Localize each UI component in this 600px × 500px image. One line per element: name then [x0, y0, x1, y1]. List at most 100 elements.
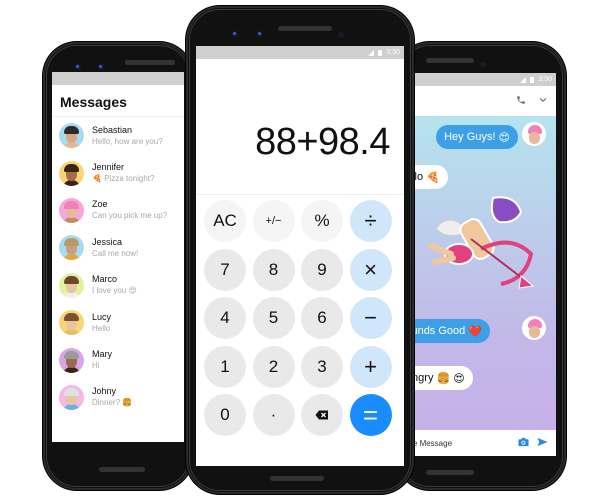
message-preview: Can you pick me up?	[92, 211, 168, 221]
camera-icon	[232, 31, 238, 37]
sensor-dot	[338, 32, 344, 38]
avatar	[59, 347, 84, 373]
key-percent-button[interactable]: %	[301, 200, 343, 242]
message-input-bar[interactable]: Type Message	[396, 430, 556, 456]
status-bar: 3:50	[396, 73, 556, 86]
conversation-item[interactable]: Jennifer 🍕 Pizza tonight?	[52, 154, 184, 191]
messages-screen: Messages Sebastian Hello, how are you? Jen…	[52, 72, 184, 442]
key-all-clear-button[interactable]: AC	[204, 200, 246, 242]
contact-name: Marco	[92, 274, 118, 285]
contact-name: Mary	[92, 349, 112, 360]
key-divide-button[interactable]: ÷	[349, 200, 392, 242]
cupid-sticker[interactable]	[421, 194, 541, 304]
key-digit-3-button[interactable]: 3	[301, 345, 343, 388]
conversation-item[interactable]: Johny Dinner? 🍔	[52, 379, 184, 416]
heart-emoji-icon: ❤️	[468, 325, 483, 338]
contact-name: Lucy	[92, 311, 112, 322]
home-indicator	[99, 467, 145, 472]
divider	[196, 194, 404, 195]
message-preview: 🍕 Pizza tonight?	[92, 174, 155, 184]
battery-icon	[530, 76, 535, 83]
pizza-emoji-icon: 🍕	[426, 171, 440, 184]
avatar[interactable]	[522, 316, 546, 340]
camera-icon	[75, 64, 81, 70]
camera-icon	[257, 31, 263, 37]
keypad: AC +/−% ÷ 7 8 9 × 4 5 6− 1 2 3 +0 · =	[204, 200, 396, 436]
chat-header	[396, 86, 556, 116]
conversation-item[interactable]: Lucy Hello	[52, 304, 184, 341]
contact-name: Sebastian	[92, 124, 133, 135]
home-indicator	[270, 476, 324, 481]
message-preview: Hello, how are you?	[92, 136, 163, 146]
emoji-icon: 🍕	[92, 174, 102, 184]
key-digit-0-button[interactable]: 0	[204, 394, 246, 436]
contact-name: Jessica	[92, 236, 123, 247]
emoji-icon: 🍔	[122, 398, 133, 408]
calculator-display: 88+98.4	[255, 121, 390, 163]
avatar[interactable]	[522, 122, 546, 146]
conversation-item[interactable]: Zoe Can you pick me up?	[52, 192, 184, 229]
key-add-button[interactable]: +	[349, 345, 392, 388]
conversation-item[interactable]: Sebastian Hello, how are you?	[52, 117, 184, 154]
key-backspace-button[interactable]	[301, 394, 343, 436]
status-time: 3:50	[386, 49, 400, 56]
message-preview: Dinner? 🍔	[92, 398, 133, 408]
conversation-item[interactable]: Marco I love you 😍	[52, 267, 184, 304]
status-bar	[52, 72, 184, 85]
emoji-icon: 😍	[128, 286, 137, 296]
key-digit-8-button[interactable]: 8	[252, 248, 295, 291]
signal-icon	[368, 49, 375, 56]
key-digit-7-button[interactable]: 7	[204, 248, 246, 291]
sensor-dot	[480, 62, 486, 68]
conversation-item[interactable]: Jessica Call me now!	[52, 229, 184, 266]
conversation-list: Sebastian Hello, how are you? Jennifer 🍕 Pi…	[52, 116, 184, 416]
avatar	[59, 310, 84, 336]
key-multiply-button[interactable]: ×	[349, 248, 392, 291]
key-digit-9-button[interactable]: 9	[301, 248, 343, 291]
camera-icon	[98, 64, 104, 70]
message-preview: I love you 😍	[92, 286, 137, 296]
avatar	[59, 197, 84, 223]
avatar	[59, 160, 84, 186]
key-digit-6-button[interactable]: 6	[301, 297, 343, 339]
phone-chat: 3:50 Hey Guys! 😍 Hello 🍕	[396, 42, 566, 490]
speaker-grille	[125, 60, 175, 65]
status-bar: 3:50	[196, 46, 404, 59]
avatar	[59, 235, 84, 261]
chat-screen: 3:50 Hey Guys! 😍 Hello 🍕	[396, 73, 556, 456]
contact-name: Zoe	[92, 199, 108, 210]
chevron-down-icon[interactable]	[538, 95, 548, 108]
speaker-grille	[426, 58, 474, 63]
message-input[interactable]: Type Message	[396, 439, 518, 448]
avatar	[59, 384, 84, 410]
burger-emoji-icon: 🍔 😍	[436, 372, 465, 385]
key-digit-1-button[interactable]: 1	[204, 345, 246, 388]
contact-name: Jennifer	[92, 162, 125, 173]
backspace-icon	[315, 410, 328, 420]
phone-icon[interactable]	[516, 95, 526, 108]
heart-eyes-emoji-icon: 😍	[498, 131, 510, 144]
avatar	[59, 123, 84, 149]
status-time: 3:50	[538, 76, 552, 83]
phone-messages: Messages Sebastian Hello, how are you? Jen…	[43, 42, 193, 490]
signal-icon	[520, 76, 527, 83]
message-preview: Hello	[92, 323, 111, 333]
phone-calculator: 3:50 88+98.4 AC +/−% ÷ 7 8 9 × 4 5 6− 1 2 3 +0 · =	[186, 6, 414, 494]
key-digit-5-button[interactable]: 5	[252, 297, 295, 339]
send-icon[interactable]	[537, 437, 548, 450]
message-preview: Call me now!	[92, 248, 139, 258]
conversation-item[interactable]: Mary Hi	[52, 341, 184, 378]
key-toggle-sign-button[interactable]: +/−	[252, 200, 295, 242]
key-subtract-button[interactable]: −	[349, 297, 392, 339]
key-digit-4-button[interactable]: 4	[204, 297, 246, 339]
contact-name: Johny	[92, 386, 117, 397]
calculator-screen: 3:50 88+98.4 AC +/−% ÷ 7 8 9 × 4 5 6− 1 2 3 +0 · =	[196, 46, 404, 466]
home-indicator	[426, 470, 474, 475]
key-decimal-point-button[interactable]: ·	[252, 394, 295, 436]
camera-icon[interactable]	[518, 437, 529, 450]
speaker-grille	[278, 26, 332, 31]
message-preview: Hi	[92, 361, 100, 371]
key-digit-2-button[interactable]: 2	[252, 345, 295, 388]
avatar	[59, 272, 84, 298]
key-equals-button[interactable]: =	[349, 394, 392, 436]
